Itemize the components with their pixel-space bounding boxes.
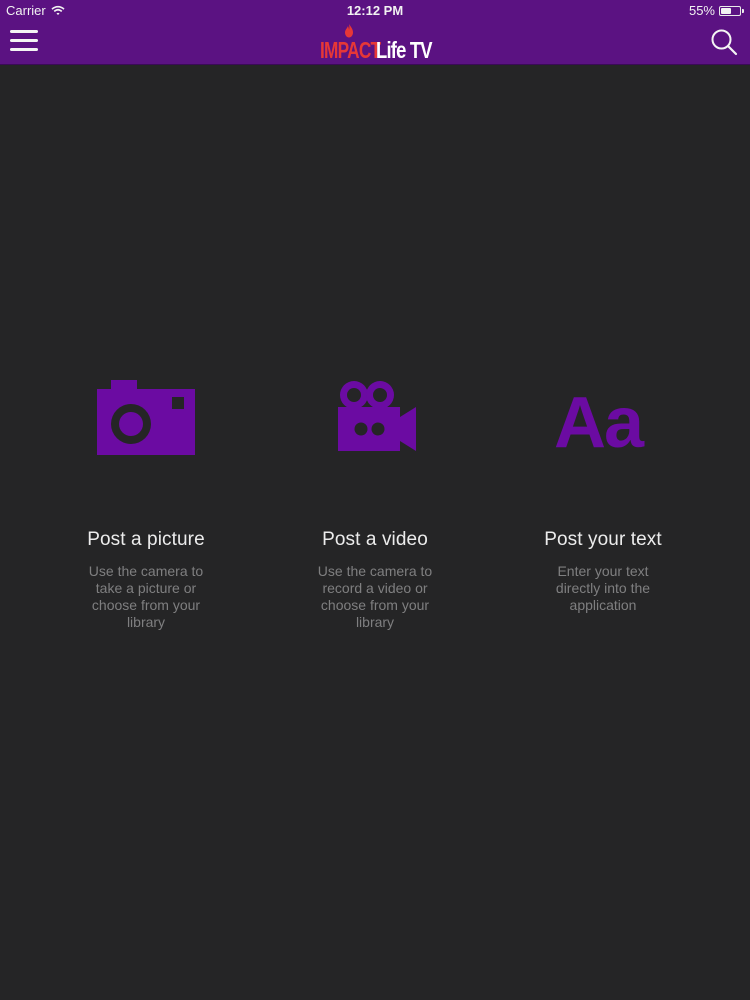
clock: 12:12 PM	[346, 3, 404, 18]
camera-icon	[97, 380, 195, 455]
app-header: Carrier 12:12 PM 55% IMPACT Life TV	[0, 0, 750, 65]
battery-percent: 55%	[688, 3, 715, 18]
battery-tip	[742, 8, 744, 13]
status-right: 55%	[689, 3, 744, 18]
logo-life-tv-text: Life TV	[376, 37, 433, 63]
video-camera-icon	[338, 381, 416, 451]
status-bar: Carrier 12:12 PM 55%	[0, 0, 750, 22]
option-description: Use the camera to take a picture or choo…	[88, 563, 204, 630]
battery-fill	[721, 7, 731, 14]
logo-impact-text: IMPACT	[320, 37, 381, 63]
option-title: Post a picture	[87, 529, 205, 550]
option-title: Post your text	[544, 529, 662, 550]
option-title: Post a video	[322, 529, 428, 550]
post-text-option[interactable]: Aa Post your text Enter your text direct…	[508, 355, 698, 645]
search-icon	[711, 29, 738, 56]
text-icon-glyph: Aa	[554, 383, 645, 455]
option-description: Use the camera to record a video or choo…	[317, 563, 433, 630]
search-button[interactable]	[710, 28, 738, 56]
text-icon: Aa	[554, 383, 647, 455]
app-logo[interactable]: IMPACT Life TV	[0, 24, 750, 63]
post-video-option[interactable]: Post a video Use the camera to record a …	[280, 355, 470, 645]
flame-icon	[345, 24, 353, 38]
battery-icon	[719, 5, 741, 16]
option-description: Enter your text directly into the applic…	[555, 563, 651, 613]
post-picture-option[interactable]: Post a picture Use the camera to take a …	[51, 355, 241, 645]
post-options: Post a picture Use the camera to take a …	[0, 355, 750, 645]
